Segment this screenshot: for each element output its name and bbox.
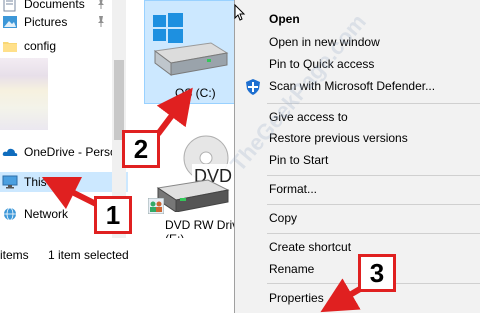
step-badge-1: 1 [94, 196, 132, 234]
step-badge-2: 2 [122, 130, 160, 168]
step-badge-3: 3 [358, 254, 396, 292]
arrow-step2 [155, 87, 193, 136]
